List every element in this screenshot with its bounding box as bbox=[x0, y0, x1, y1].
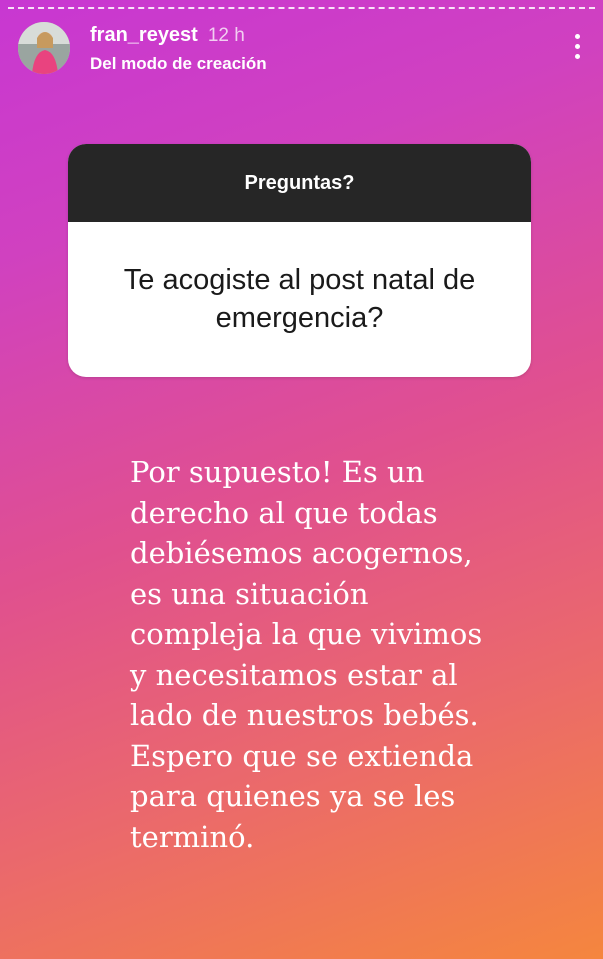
more-options-button[interactable] bbox=[569, 28, 585, 64]
answer-line: compleja la que vivimos bbox=[130, 617, 483, 651]
more-vertical-icon bbox=[574, 43, 580, 49]
story-progress-bar bbox=[8, 7, 595, 9]
answer-line: Espero que se extienda bbox=[130, 738, 474, 773]
answer-line: Por supuesto! Es un bbox=[130, 455, 425, 489]
answer-line: terminó. bbox=[130, 819, 255, 854]
answer-line: y necesitamos estar al bbox=[130, 657, 458, 692]
answer-line: derecho al que todas bbox=[130, 495, 438, 530]
username[interactable]: fran_reyest bbox=[90, 24, 198, 46]
question-text: Te acogiste al post natal de emergencia? bbox=[123, 263, 476, 334]
avatar[interactable] bbox=[18, 22, 70, 74]
story-header: fran_reyest 12 h Del modo de creación bbox=[18, 20, 585, 76]
question-sticker-header: Preguntas? bbox=[68, 144, 531, 222]
question-sticker: Preguntas? Te acogiste al post natal de … bbox=[68, 144, 531, 377]
more-vertical-icon bbox=[574, 53, 580, 59]
answer-line: es una situación bbox=[130, 576, 369, 611]
answer-text: Por supuesto! Es un derecho al que todas… bbox=[130, 452, 530, 857]
answer-line: debiésemos acogernos, bbox=[130, 536, 473, 570]
creation-mode-label: Del modo de creación bbox=[90, 54, 267, 73]
answer-line: para quienes ya se les bbox=[130, 779, 456, 813]
avatar-image bbox=[18, 22, 70, 74]
answer-line: lado de nuestros bebés. bbox=[130, 698, 479, 732]
more-vertical-icon bbox=[574, 33, 580, 39]
post-time: 12 h bbox=[207, 25, 245, 46]
